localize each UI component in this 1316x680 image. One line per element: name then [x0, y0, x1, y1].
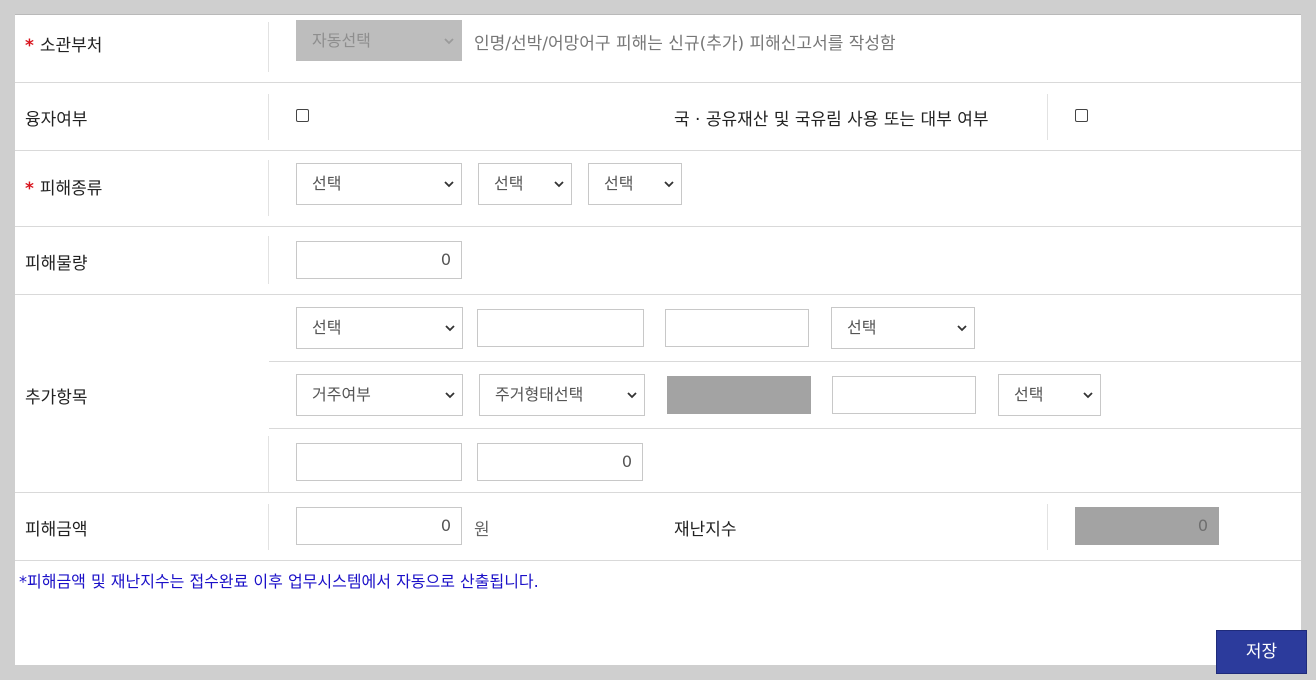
row-divider — [15, 82, 1301, 83]
col-divider — [1047, 504, 1048, 550]
required-mark: * — [25, 179, 34, 199]
disaster-index-field: 0 — [1075, 507, 1219, 545]
row-divider — [269, 428, 1301, 429]
extra-items-label: 추가항목 — [25, 388, 88, 408]
extra-input-d[interactable] — [296, 443, 462, 481]
col-divider — [268, 504, 269, 550]
chevron-down-icon — [554, 181, 564, 188]
agency-select-value: 자동선택 — [312, 31, 371, 50]
chevron-down-icon — [957, 325, 967, 332]
damage-type-select-2[interactable]: 선택 — [478, 163, 572, 205]
row-divider — [269, 361, 1301, 362]
extra-input-b[interactable] — [665, 309, 809, 347]
loan-checkbox[interactable] — [296, 109, 309, 122]
col-divider — [268, 436, 269, 492]
chevron-down-icon — [444, 38, 454, 45]
damage-type-label-text: 피해종류 — [39, 179, 103, 199]
required-mark: * — [25, 36, 34, 56]
col-divider — [268, 160, 269, 216]
row-divider — [15, 492, 1301, 493]
agency-label: * 소관부처 — [25, 31, 102, 56]
extra-select-b[interactable]: 선택 — [831, 307, 975, 349]
col-divider — [268, 236, 269, 284]
residence-select[interactable]: 거주여부 — [296, 374, 463, 416]
select-value: 선택 — [312, 318, 342, 337]
select-value: 주거형태선택 — [495, 385, 584, 404]
damage-type-select-3[interactable]: 선택 — [588, 163, 682, 205]
select-value: 선택 — [494, 174, 524, 193]
disaster-index-label: 재난지수 — [674, 520, 737, 540]
damage-qty-label: 피해물량 — [25, 254, 88, 274]
select-value: 선택 — [604, 174, 634, 193]
extra-gray-field — [667, 376, 811, 414]
extra-input-a[interactable] — [477, 309, 644, 347]
damage-amount-label: 피해금액 — [25, 520, 88, 540]
row-divider — [15, 226, 1301, 227]
chevron-down-icon — [664, 181, 674, 188]
agency-select: 자동선택 — [296, 20, 462, 61]
agency-hint: 인명/선박/어망어구 피해는 신규(추가) 피해신고서를 작성함 — [474, 34, 896, 54]
chevron-down-icon — [445, 325, 455, 332]
extra-input-e[interactable]: 0 — [477, 443, 643, 481]
damage-amount-input[interactable]: 0 — [296, 507, 462, 545]
chevron-down-icon — [627, 392, 637, 399]
extra-select-a[interactable]: 선택 — [296, 307, 463, 349]
select-value: 거주여부 — [312, 385, 371, 404]
chevron-down-icon — [1083, 392, 1093, 399]
damage-qty-input[interactable]: 0 — [296, 241, 462, 279]
select-value: 선택 — [847, 318, 877, 337]
chevron-down-icon — [445, 392, 455, 399]
chevron-down-icon — [444, 181, 454, 188]
col-divider — [268, 22, 269, 72]
public-property-label: 국 · 공유재산 및 국유림 사용 또는 대부 여부 — [674, 110, 989, 130]
extra-input-c[interactable] — [832, 376, 976, 414]
col-divider — [1047, 94, 1048, 140]
damage-type-select-1[interactable]: 선택 — [296, 163, 462, 205]
select-value: 선택 — [1014, 385, 1044, 404]
agency-label-text: 소관부처 — [39, 36, 103, 56]
housing-type-select[interactable]: 주거형태선택 — [479, 374, 645, 416]
currency-unit: 원 — [474, 520, 490, 540]
public-property-checkbox[interactable] — [1075, 109, 1088, 122]
save-button[interactable]: 저장 — [1216, 630, 1307, 674]
row-divider — [15, 560, 1301, 561]
calculation-note: *피해금액 및 재난지수는 접수완료 이후 업무시스템에서 자동으로 산출됩니다… — [19, 572, 539, 591]
col-divider — [268, 94, 269, 140]
select-value: 선택 — [312, 174, 342, 193]
row-divider — [15, 150, 1301, 151]
extra-select-c[interactable]: 선택 — [998, 374, 1101, 416]
loan-label: 융자여부 — [25, 110, 88, 130]
damage-type-label: * 피해종류 — [25, 174, 102, 199]
row-divider — [15, 294, 1301, 295]
